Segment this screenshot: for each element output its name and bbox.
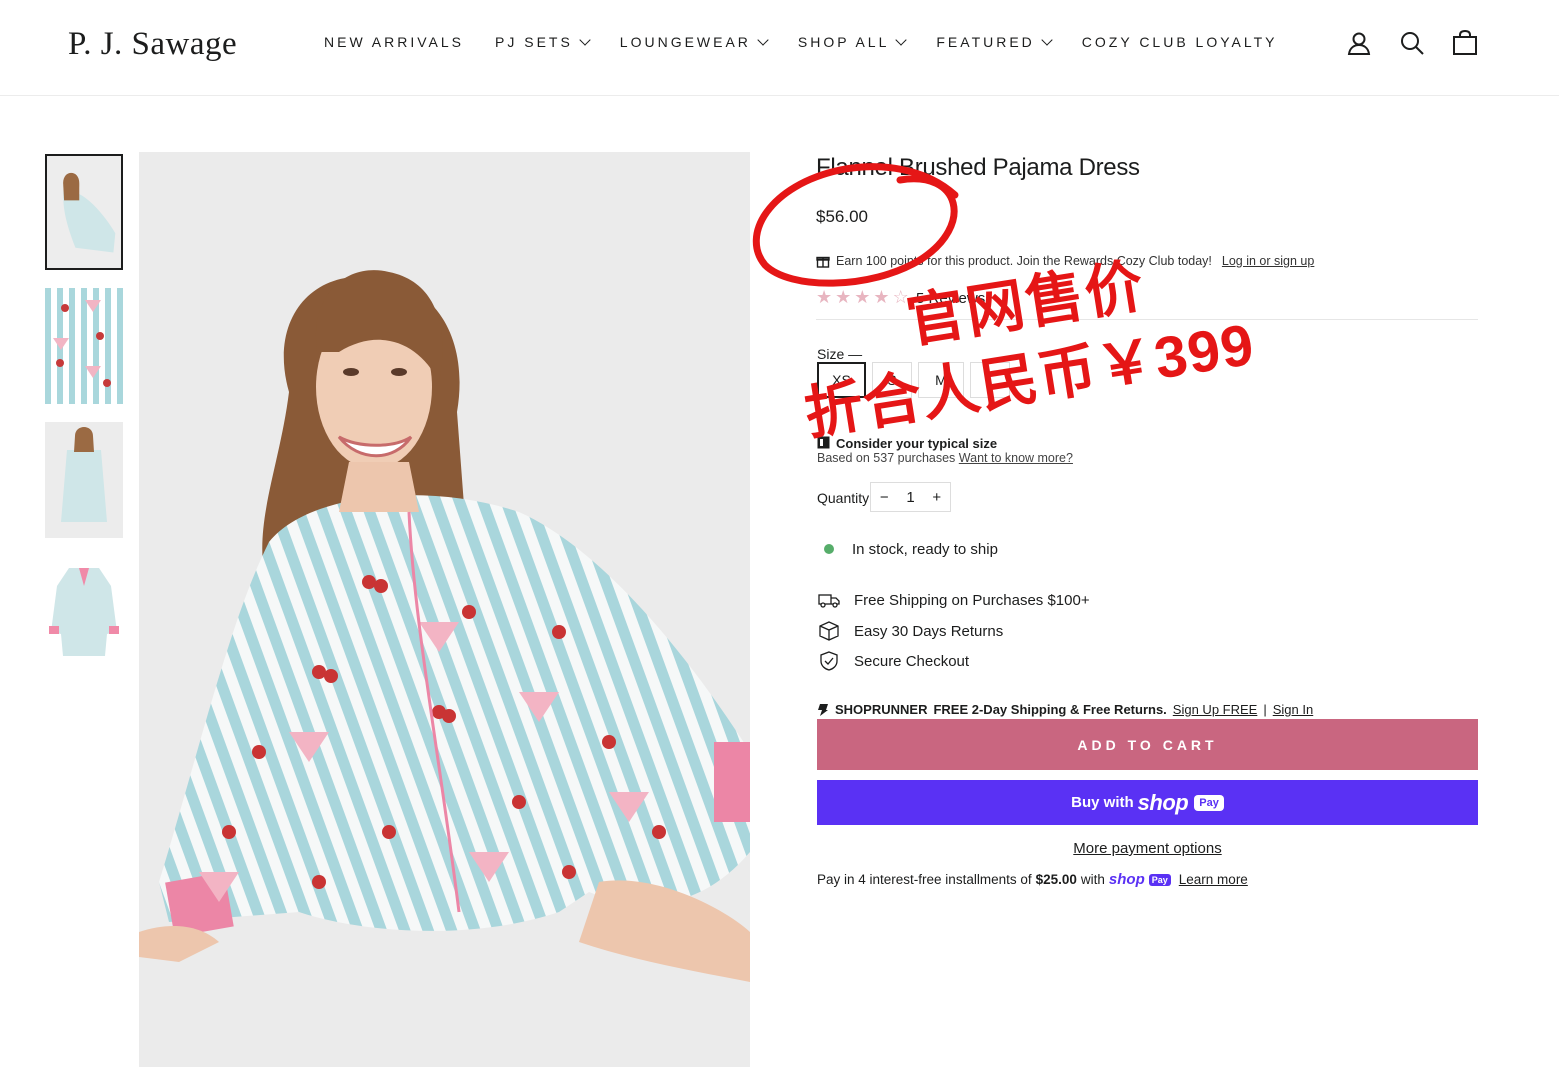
stock-status-dot: [824, 544, 834, 554]
shoprunner-signup-link[interactable]: Sign Up FREE: [1173, 702, 1258, 717]
gift-icon: [816, 256, 830, 268]
nav-label: LOUNGEWEAR: [619, 34, 751, 50]
thumbnail-image: [45, 288, 123, 404]
quantity-stepper: − 1 +: [870, 482, 951, 512]
shoprunner-signin-link[interactable]: Sign In: [1273, 702, 1313, 717]
shoprunner-brand: SHOPRUNNER: [835, 702, 928, 717]
quantity-input[interactable]: 1: [906, 489, 914, 506]
chevron-down-icon: [579, 34, 591, 46]
truck-icon: [818, 594, 840, 608]
shield-check-icon: [820, 651, 838, 671]
thumbnail-image: [45, 556, 123, 672]
product-price: $56.00: [816, 207, 868, 226]
product-photo: [139, 152, 750, 1067]
rating-stars[interactable]: ★ ★ ★ ★ ☆: [816, 287, 909, 308]
shop-pay-logo-small: shop: [1108, 871, 1145, 888]
nav-label: FEATURED: [936, 34, 1035, 50]
chevron-down-icon: [757, 34, 769, 46]
star-icon: ★: [854, 287, 871, 307]
rewards-login-link[interactable]: Log in or sign up: [1222, 254, 1314, 268]
fit-advice-text: Based on 537 purchases: [817, 451, 956, 465]
installments-with: with: [1080, 872, 1105, 887]
shoprunner-banner: SHOPRUNNER FREE 2-Day Shipping & Free Re…: [817, 702, 1313, 717]
thumbnail-2[interactable]: [45, 288, 123, 404]
nav-pj-sets[interactable]: PJ SETS: [495, 34, 591, 50]
installments-text: Pay in 4 interest-free installments of: [817, 872, 1032, 887]
thumbnail-1[interactable]: [45, 154, 123, 270]
feature-text: Secure Checkout: [854, 652, 970, 670]
nav-label: SHOP ALL: [797, 34, 890, 50]
feature-text: Easy 30 Days Returns: [854, 622, 1004, 640]
shop-pay-badge-small: Pay: [1148, 873, 1171, 886]
star-icon: ★: [873, 287, 890, 307]
nav-label: COZY CLUB LOYALTY: [1081, 34, 1278, 50]
fit-advice-link[interactable]: Want to know more?: [959, 451, 1073, 465]
star-icon: ★: [816, 287, 833, 307]
thumbnail-image: [45, 422, 123, 538]
feature-secure-checkout: Secure Checkout: [818, 650, 969, 672]
shoprunner-icon: [818, 703, 828, 716]
thumbnail-4[interactable]: [45, 556, 123, 672]
thumbnail-image: [47, 156, 121, 268]
feature-shipping: Free Shipping on Purchases $100+: [818, 589, 1090, 611]
installments-info: Pay in 4 interest-free installments of $…: [817, 871, 1248, 888]
nav-label: PJ SETS: [495, 34, 573, 50]
cart-icon[interactable]: [1452, 30, 1478, 56]
nav-cozy-club-loyalty[interactable]: COZY CLUB LOYALTY: [1082, 34, 1278, 50]
quantity-increase-button[interactable]: +: [932, 489, 941, 506]
nav-shop-all[interactable]: SHOP ALL: [797, 34, 908, 50]
site-header: P. J. Sawage NEW ARRIVALS PJ SETS LOUNGE…: [0, 0, 1559, 96]
chevron-down-icon: [895, 34, 908, 46]
main-nav: NEW ARRIVALS PJ SETS LOUNGEWEAR SHOP ALL…: [324, 34, 1278, 50]
shoprunner-separator: |: [1263, 702, 1267, 717]
more-payment-options-link[interactable]: More payment options: [0, 840, 1559, 857]
shop-pay-logo: shop: [1137, 789, 1189, 815]
main-product-image[interactable]: [139, 152, 750, 1067]
shop-pay-button[interactable]: Buy with shop Pay: [817, 780, 1478, 825]
nav-featured[interactable]: FEATURED: [936, 34, 1053, 50]
star-icon: ★: [835, 287, 852, 307]
nav-new-arrivals[interactable]: NEW ARRIVALS: [324, 34, 464, 50]
nav-label: NEW ARRIVALS: [324, 34, 464, 50]
nav-loungewear[interactable]: LOUNGEWEAR: [619, 34, 769, 50]
installments-amount: $25.00: [1035, 872, 1077, 887]
quantity-decrease-button[interactable]: −: [880, 489, 889, 506]
product-title: Flannel Brushed Pajama Dress: [816, 154, 1140, 181]
site-logo[interactable]: P. J. Sawage: [68, 26, 237, 63]
feature-text: Free Shipping on Purchases $100+: [854, 591, 1090, 609]
add-to-cart-button[interactable]: ADD TO CART: [817, 719, 1478, 770]
shoprunner-offer: FREE 2-Day Shipping & Free Returns.: [933, 702, 1167, 717]
learn-more-link[interactable]: Learn more: [1179, 872, 1248, 887]
search-icon[interactable]: [1399, 30, 1425, 56]
stock-status: In stock, ready to ship: [852, 541, 998, 558]
quantity-label: Quantity: [817, 490, 870, 506]
shop-pay-badge: Pay: [1194, 794, 1224, 811]
feature-returns: Easy 30 Days Returns: [818, 620, 1003, 642]
shop-pay-buy-with: Buy with: [1071, 794, 1134, 811]
thumbnail-3[interactable]: [45, 422, 123, 538]
chevron-down-icon: [1041, 34, 1053, 46]
box-icon: [819, 621, 839, 641]
fit-advice-subtitle: Based on 537 purchases Want to know more…: [817, 451, 1073, 465]
account-icon[interactable]: [1346, 30, 1372, 56]
